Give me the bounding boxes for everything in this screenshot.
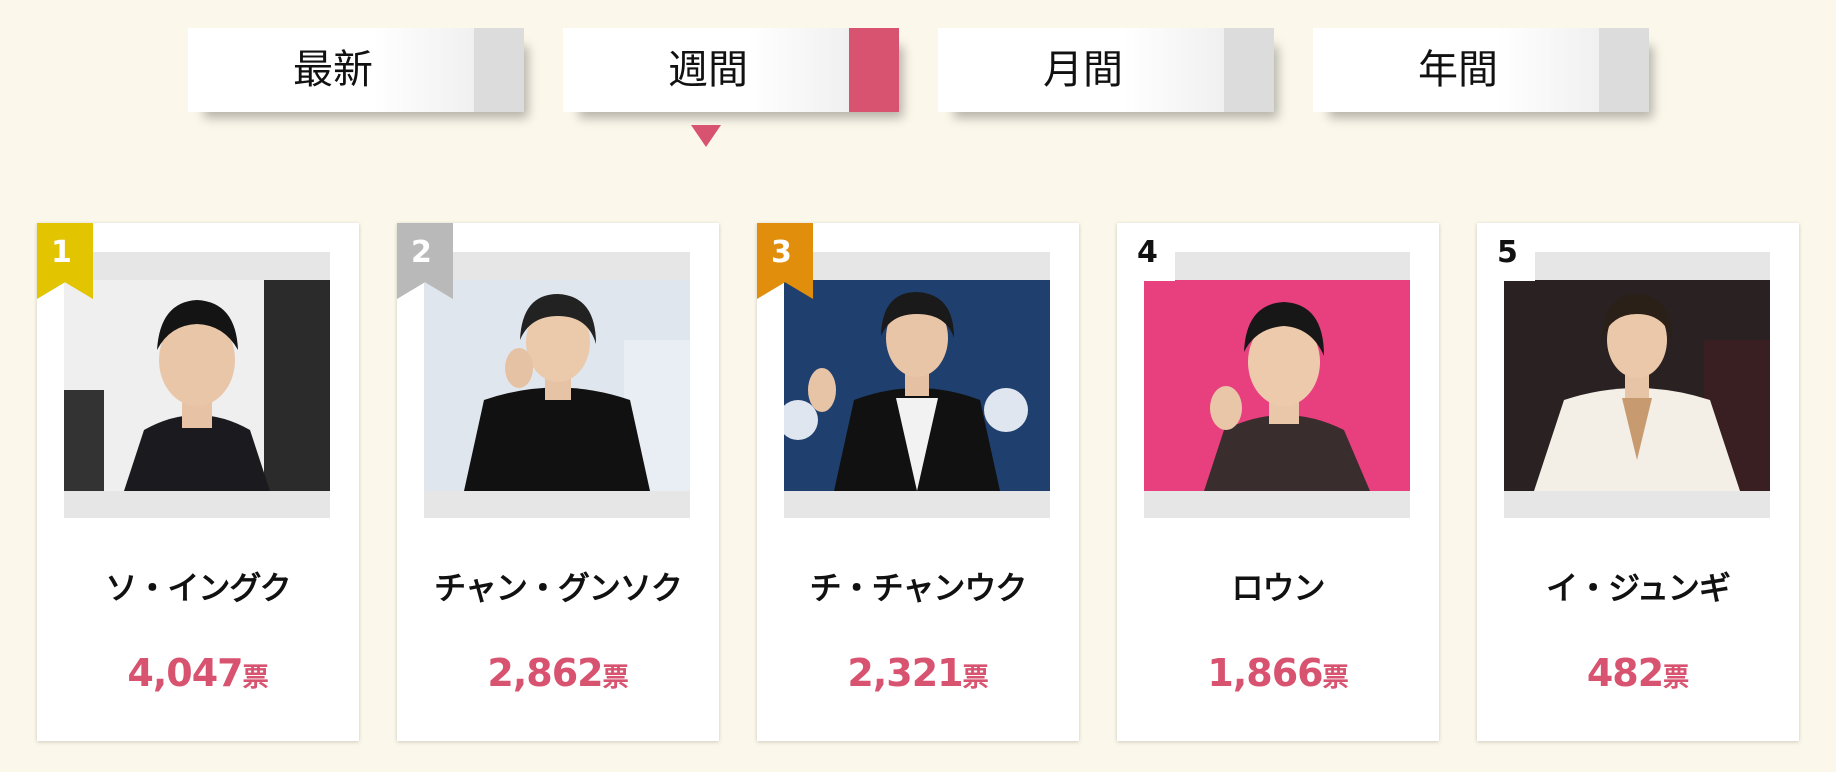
tab-label: 年間 (1418, 47, 1498, 93)
photo[interactable] (424, 280, 690, 491)
ranking-card[interactable]: 2 チャン・グンソク 2,862票 (397, 223, 719, 741)
ranking-card[interactable]: 5 イ・ジュンギ 482票 (1477, 223, 1799, 741)
tab-latest[interactable]: 最新 (188, 28, 524, 112)
tab-label: 最新 (293, 47, 373, 93)
photo[interactable] (1504, 280, 1770, 491)
rank-number: 4 (1137, 235, 1158, 270)
celebrity-name: チ・チャンウク (809, 569, 1028, 607)
vote-count: 2,862票 (487, 651, 629, 695)
tab-yearly[interactable]: 年間 (1313, 28, 1649, 112)
photo[interactable] (1144, 280, 1410, 491)
celebrity-name: ロウン (1231, 569, 1325, 607)
photo-frame (784, 252, 1050, 518)
ranking-card[interactable]: 1 ソ・イングク 4,047票 (37, 223, 359, 741)
photo[interactable] (784, 280, 1050, 491)
photo-frame (424, 252, 690, 518)
photo-frame (1144, 252, 1410, 518)
vote-count: 1,866票 (1207, 651, 1349, 695)
photo-frame (1504, 252, 1770, 518)
tab-label: 月間 (1043, 47, 1123, 93)
photo-frame (64, 252, 330, 518)
vote-count: 2,321票 (847, 651, 989, 695)
photo[interactable] (64, 280, 330, 491)
vote-count: 482票 (1586, 651, 1690, 695)
celebrity-name: チャン・グンソク (434, 569, 683, 607)
vote-count: 4,047票 (127, 651, 269, 695)
active-tab-pointer-icon (691, 125, 721, 147)
period-tabs: 最新 週間 月間 年間 (0, 0, 1836, 160)
tab-label: 週間 (668, 47, 748, 93)
tab-monthly[interactable]: 月間 (938, 28, 1274, 112)
tab-weekly[interactable]: 週間 (563, 28, 899, 112)
ranking-card[interactable]: 4 ロウン 1,866票 (1117, 223, 1439, 741)
rank-number: 5 (1497, 235, 1518, 270)
celebrity-name: イ・ジュンギ (1546, 569, 1731, 607)
ranking-card[interactable]: 3 チ・チャンウク 2,321票 (757, 223, 1079, 741)
celebrity-name: ソ・イングク (105, 569, 291, 607)
